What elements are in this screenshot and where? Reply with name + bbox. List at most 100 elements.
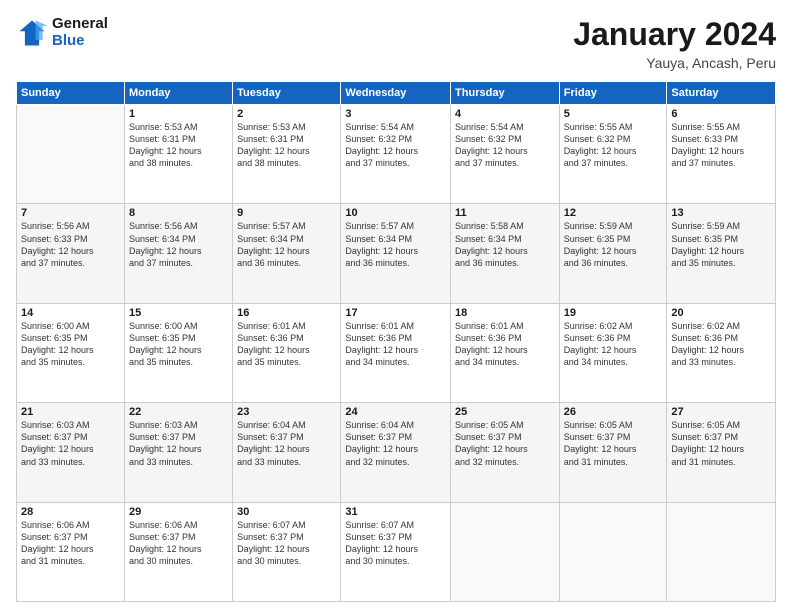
title-block: January 2024 Yauya, Ancash, Peru bbox=[573, 16, 776, 71]
day-info: Sunrise: 6:01 AMSunset: 6:36 PMDaylight:… bbox=[237, 320, 336, 369]
day-info: Sunrise: 5:56 AMSunset: 6:34 PMDaylight:… bbox=[129, 220, 228, 269]
day-info: Sunrise: 6:00 AMSunset: 6:35 PMDaylight:… bbox=[129, 320, 228, 369]
calendar-cell: 11Sunrise: 5:58 AMSunset: 6:34 PMDayligh… bbox=[451, 204, 560, 303]
calendar-cell: 31Sunrise: 6:07 AMSunset: 6:37 PMDayligh… bbox=[341, 502, 451, 601]
day-info: Sunrise: 6:05 AMSunset: 6:37 PMDaylight:… bbox=[455, 419, 555, 468]
day-number: 15 bbox=[129, 307, 228, 319]
day-info: Sunrise: 5:55 AMSunset: 6:32 PMDaylight:… bbox=[564, 121, 663, 170]
calendar-cell: 1Sunrise: 5:53 AMSunset: 6:31 PMDaylight… bbox=[124, 105, 232, 204]
day-number: 30 bbox=[237, 506, 336, 518]
calendar-cell: 28Sunrise: 6:06 AMSunset: 6:37 PMDayligh… bbox=[17, 502, 125, 601]
calendar-week-1: 1Sunrise: 5:53 AMSunset: 6:31 PMDaylight… bbox=[17, 105, 776, 204]
calendar-cell: 23Sunrise: 6:04 AMSunset: 6:37 PMDayligh… bbox=[233, 403, 341, 502]
calendar-table: SundayMondayTuesdayWednesdayThursdayFrid… bbox=[16, 81, 776, 602]
day-number: 1 bbox=[129, 108, 228, 120]
day-info: Sunrise: 6:02 AMSunset: 6:36 PMDaylight:… bbox=[671, 320, 771, 369]
day-number: 31 bbox=[345, 506, 446, 518]
calendar-cell: 9Sunrise: 5:57 AMSunset: 6:34 PMDaylight… bbox=[233, 204, 341, 303]
calendar-cell: 14Sunrise: 6:00 AMSunset: 6:35 PMDayligh… bbox=[17, 303, 125, 402]
day-number: 27 bbox=[671, 406, 771, 418]
day-info: Sunrise: 6:05 AMSunset: 6:37 PMDaylight:… bbox=[564, 419, 663, 468]
logo-text: General Blue bbox=[52, 16, 108, 49]
day-number: 26 bbox=[564, 406, 663, 418]
day-info: Sunrise: 6:06 AMSunset: 6:37 PMDaylight:… bbox=[21, 519, 120, 568]
calendar-cell: 12Sunrise: 5:59 AMSunset: 6:35 PMDayligh… bbox=[559, 204, 667, 303]
calendar-cell: 21Sunrise: 6:03 AMSunset: 6:37 PMDayligh… bbox=[17, 403, 125, 502]
day-info: Sunrise: 6:00 AMSunset: 6:35 PMDaylight:… bbox=[21, 320, 120, 369]
calendar-cell: 30Sunrise: 6:07 AMSunset: 6:37 PMDayligh… bbox=[233, 502, 341, 601]
day-info: Sunrise: 6:06 AMSunset: 6:37 PMDaylight:… bbox=[129, 519, 228, 568]
calendar-cell: 15Sunrise: 6:00 AMSunset: 6:35 PMDayligh… bbox=[124, 303, 232, 402]
day-info: Sunrise: 6:04 AMSunset: 6:37 PMDaylight:… bbox=[237, 419, 336, 468]
day-info: Sunrise: 5:59 AMSunset: 6:35 PMDaylight:… bbox=[564, 220, 663, 269]
day-info: Sunrise: 6:07 AMSunset: 6:37 PMDaylight:… bbox=[345, 519, 446, 568]
day-info: Sunrise: 6:04 AMSunset: 6:37 PMDaylight:… bbox=[345, 419, 446, 468]
day-number: 2 bbox=[237, 108, 336, 120]
day-number: 12 bbox=[564, 207, 663, 219]
day-number: 24 bbox=[345, 406, 446, 418]
day-info: Sunrise: 5:55 AMSunset: 6:33 PMDaylight:… bbox=[671, 121, 771, 170]
logo: General Blue bbox=[16, 16, 108, 49]
calendar-header-saturday: Saturday bbox=[667, 82, 776, 105]
day-number: 11 bbox=[455, 207, 555, 219]
calendar-cell: 3Sunrise: 5:54 AMSunset: 6:32 PMDaylight… bbox=[341, 105, 451, 204]
day-number: 10 bbox=[345, 207, 446, 219]
day-number: 21 bbox=[21, 406, 120, 418]
calendar-header-wednesday: Wednesday bbox=[341, 82, 451, 105]
day-info: Sunrise: 6:07 AMSunset: 6:37 PMDaylight:… bbox=[237, 519, 336, 568]
header: General Blue January 2024 Yauya, Ancash,… bbox=[16, 16, 776, 71]
day-info: Sunrise: 5:57 AMSunset: 6:34 PMDaylight:… bbox=[345, 220, 446, 269]
calendar-cell: 19Sunrise: 6:02 AMSunset: 6:36 PMDayligh… bbox=[559, 303, 667, 402]
calendar-week-3: 14Sunrise: 6:00 AMSunset: 6:35 PMDayligh… bbox=[17, 303, 776, 402]
day-info: Sunrise: 5:53 AMSunset: 6:31 PMDaylight:… bbox=[129, 121, 228, 170]
calendar-cell: 27Sunrise: 6:05 AMSunset: 6:37 PMDayligh… bbox=[667, 403, 776, 502]
calendar-cell: 2Sunrise: 5:53 AMSunset: 6:31 PMDaylight… bbox=[233, 105, 341, 204]
calendar-week-2: 7Sunrise: 5:56 AMSunset: 6:33 PMDaylight… bbox=[17, 204, 776, 303]
day-info: Sunrise: 5:57 AMSunset: 6:34 PMDaylight:… bbox=[237, 220, 336, 269]
day-info: Sunrise: 6:02 AMSunset: 6:36 PMDaylight:… bbox=[564, 320, 663, 369]
day-info: Sunrise: 6:03 AMSunset: 6:37 PMDaylight:… bbox=[21, 419, 120, 468]
calendar-cell bbox=[17, 105, 125, 204]
day-number: 18 bbox=[455, 307, 555, 319]
day-number: 5 bbox=[564, 108, 663, 120]
day-info: Sunrise: 6:01 AMSunset: 6:36 PMDaylight:… bbox=[345, 320, 446, 369]
day-number: 20 bbox=[671, 307, 771, 319]
calendar-header-row: SundayMondayTuesdayWednesdayThursdayFrid… bbox=[17, 82, 776, 105]
calendar-cell: 6Sunrise: 5:55 AMSunset: 6:33 PMDaylight… bbox=[667, 105, 776, 204]
day-number: 16 bbox=[237, 307, 336, 319]
day-info: Sunrise: 6:01 AMSunset: 6:36 PMDaylight:… bbox=[455, 320, 555, 369]
main-title: January 2024 bbox=[573, 16, 776, 53]
day-number: 22 bbox=[129, 406, 228, 418]
calendar-cell bbox=[667, 502, 776, 601]
day-number: 9 bbox=[237, 207, 336, 219]
day-number: 13 bbox=[671, 207, 771, 219]
calendar-cell: 8Sunrise: 5:56 AMSunset: 6:34 PMDaylight… bbox=[124, 204, 232, 303]
calendar-cell: 10Sunrise: 5:57 AMSunset: 6:34 PMDayligh… bbox=[341, 204, 451, 303]
day-number: 29 bbox=[129, 506, 228, 518]
day-number: 17 bbox=[345, 307, 446, 319]
calendar-header-friday: Friday bbox=[559, 82, 667, 105]
calendar-week-4: 21Sunrise: 6:03 AMSunset: 6:37 PMDayligh… bbox=[17, 403, 776, 502]
calendar-header-tuesday: Tuesday bbox=[233, 82, 341, 105]
day-number: 8 bbox=[129, 207, 228, 219]
calendar-cell: 13Sunrise: 5:59 AMSunset: 6:35 PMDayligh… bbox=[667, 204, 776, 303]
day-info: Sunrise: 5:58 AMSunset: 6:34 PMDaylight:… bbox=[455, 220, 555, 269]
day-number: 23 bbox=[237, 406, 336, 418]
day-info: Sunrise: 5:59 AMSunset: 6:35 PMDaylight:… bbox=[671, 220, 771, 269]
calendar-cell: 4Sunrise: 5:54 AMSunset: 6:32 PMDaylight… bbox=[451, 105, 560, 204]
calendar-cell: 25Sunrise: 6:05 AMSunset: 6:37 PMDayligh… bbox=[451, 403, 560, 502]
day-number: 14 bbox=[21, 307, 120, 319]
day-info: Sunrise: 5:56 AMSunset: 6:33 PMDaylight:… bbox=[21, 220, 120, 269]
calendar-cell: 26Sunrise: 6:05 AMSunset: 6:37 PMDayligh… bbox=[559, 403, 667, 502]
calendar-header-sunday: Sunday bbox=[17, 82, 125, 105]
calendar-cell: 17Sunrise: 6:01 AMSunset: 6:36 PMDayligh… bbox=[341, 303, 451, 402]
day-info: Sunrise: 5:53 AMSunset: 6:31 PMDaylight:… bbox=[237, 121, 336, 170]
calendar-cell bbox=[559, 502, 667, 601]
calendar-cell: 24Sunrise: 6:04 AMSunset: 6:37 PMDayligh… bbox=[341, 403, 451, 502]
calendar-cell bbox=[451, 502, 560, 601]
day-number: 4 bbox=[455, 108, 555, 120]
calendar-cell: 7Sunrise: 5:56 AMSunset: 6:33 PMDaylight… bbox=[17, 204, 125, 303]
calendar-cell: 16Sunrise: 6:01 AMSunset: 6:36 PMDayligh… bbox=[233, 303, 341, 402]
day-number: 19 bbox=[564, 307, 663, 319]
day-number: 25 bbox=[455, 406, 555, 418]
